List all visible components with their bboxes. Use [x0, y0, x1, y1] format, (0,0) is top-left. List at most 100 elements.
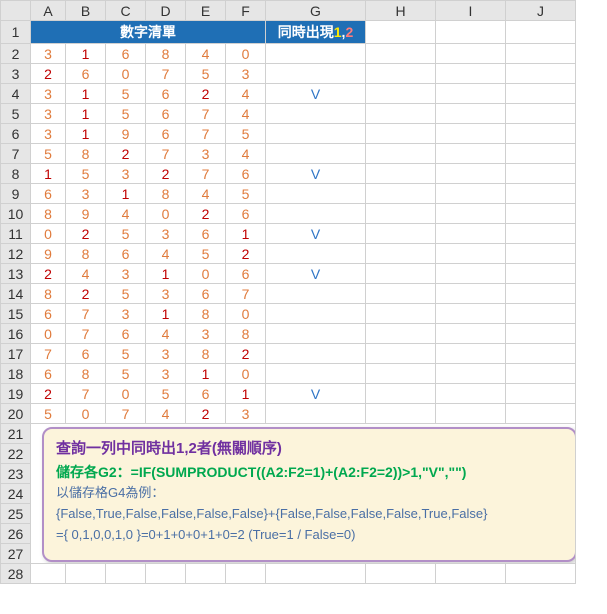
data-cell[interactable]: 3 [31, 124, 66, 144]
select-all-corner[interactable] [1, 1, 31, 21]
data-cell[interactable]: 7 [226, 284, 266, 304]
row-header-18[interactable]: 18 [1, 364, 31, 384]
spreadsheet-grid[interactable]: A B C D E F G H I J 1 數字清單 同時出現1,2 23168… [0, 0, 576, 584]
result-cell[interactable] [266, 364, 366, 384]
cell[interactable] [436, 64, 506, 84]
data-cell[interactable]: 1 [66, 124, 106, 144]
cell[interactable] [506, 84, 576, 104]
cell[interactable] [506, 184, 576, 204]
data-cell[interactable]: 3 [66, 184, 106, 204]
result-cell[interactable]: V [266, 164, 366, 184]
cell[interactable] [146, 564, 186, 584]
cell[interactable] [366, 144, 436, 164]
data-cell[interactable]: 7 [186, 124, 226, 144]
data-cell[interactable]: 5 [106, 364, 146, 384]
cell[interactable] [366, 104, 436, 124]
data-cell[interactable]: 3 [146, 224, 186, 244]
cell[interactable] [506, 304, 576, 324]
cell[interactable] [506, 284, 576, 304]
cell[interactable] [66, 564, 106, 584]
data-cell[interactable]: 0 [66, 404, 106, 424]
data-cell[interactable]: 8 [226, 324, 266, 344]
data-cell[interactable]: 0 [31, 324, 66, 344]
row-header-25[interactable]: 25 [1, 504, 31, 524]
result-cell[interactable] [266, 44, 366, 64]
cell[interactable] [366, 204, 436, 224]
cell[interactable] [186, 564, 226, 584]
cell[interactable] [366, 284, 436, 304]
data-cell[interactable]: 7 [66, 304, 106, 324]
cell[interactable] [366, 364, 436, 384]
cell[interactable] [366, 384, 436, 404]
result-cell[interactable] [266, 204, 366, 224]
cell[interactable] [31, 564, 66, 584]
result-cell[interactable] [266, 104, 366, 124]
data-cell[interactable]: 5 [186, 64, 226, 84]
cell[interactable] [366, 21, 436, 44]
row-header-4[interactable]: 4 [1, 84, 31, 104]
data-cell[interactable]: 7 [66, 384, 106, 404]
cell[interactable] [506, 384, 576, 404]
data-cell[interactable]: 1 [186, 364, 226, 384]
data-cell[interactable]: 1 [226, 384, 266, 404]
col-header-F[interactable]: F [226, 1, 266, 21]
data-cell[interactable]: 6 [31, 304, 66, 324]
data-cell[interactable]: 6 [66, 344, 106, 364]
row-header-10[interactable]: 10 [1, 204, 31, 224]
cell[interactable] [506, 144, 576, 164]
data-cell[interactable]: 5 [106, 224, 146, 244]
data-cell[interactable]: 9 [106, 124, 146, 144]
row-header-16[interactable]: 16 [1, 324, 31, 344]
cell[interactable] [266, 564, 366, 584]
cell[interactable] [506, 344, 576, 364]
row-header-1[interactable]: 1 [1, 21, 31, 44]
data-cell[interactable]: 6 [186, 384, 226, 404]
data-cell[interactable]: 9 [31, 244, 66, 264]
col-header-I[interactable]: I [436, 1, 506, 21]
row-header-27[interactable]: 27 [1, 544, 31, 564]
data-cell[interactable]: 1 [66, 104, 106, 124]
data-cell[interactable]: 4 [186, 184, 226, 204]
cell[interactable] [226, 564, 266, 584]
result-cell[interactable] [266, 144, 366, 164]
data-cell[interactable]: 6 [226, 164, 266, 184]
data-cell[interactable]: 8 [186, 344, 226, 364]
cell[interactable] [506, 404, 576, 424]
data-cell[interactable]: 9 [66, 204, 106, 224]
cell[interactable] [436, 21, 506, 44]
data-cell[interactable]: 5 [226, 184, 266, 204]
data-cell[interactable]: 6 [106, 324, 146, 344]
result-cell[interactable] [266, 284, 366, 304]
row-header-12[interactable]: 12 [1, 244, 31, 264]
result-cell[interactable] [266, 304, 366, 324]
result-cell[interactable] [266, 344, 366, 364]
row-header-3[interactable]: 3 [1, 64, 31, 84]
data-cell[interactable]: 3 [31, 44, 66, 64]
data-cell[interactable]: 3 [226, 64, 266, 84]
data-cell[interactable]: 2 [31, 384, 66, 404]
data-cell[interactable]: 1 [66, 44, 106, 64]
data-cell[interactable]: 0 [31, 224, 66, 244]
data-cell[interactable]: 6 [186, 284, 226, 304]
data-cell[interactable]: 3 [146, 284, 186, 304]
data-cell[interactable]: 4 [106, 204, 146, 224]
data-cell[interactable]: 0 [226, 364, 266, 384]
data-cell[interactable]: 3 [106, 264, 146, 284]
data-cell[interactable]: 2 [66, 224, 106, 244]
data-cell[interactable]: 5 [31, 144, 66, 164]
data-cell[interactable]: 7 [146, 144, 186, 164]
data-cell[interactable]: 7 [66, 324, 106, 344]
col-header-C[interactable]: C [106, 1, 146, 21]
cell[interactable] [366, 304, 436, 324]
cell[interactable] [506, 364, 576, 384]
data-cell[interactable]: 3 [106, 164, 146, 184]
data-cell[interactable]: 0 [186, 264, 226, 284]
data-cell[interactable]: 2 [31, 264, 66, 284]
cell[interactable] [506, 224, 576, 244]
result-cell[interactable] [266, 324, 366, 344]
data-cell[interactable]: 2 [66, 284, 106, 304]
data-cell[interactable]: 5 [66, 164, 106, 184]
data-cell[interactable]: 6 [146, 104, 186, 124]
row-header-17[interactable]: 17 [1, 344, 31, 364]
cell[interactable] [366, 44, 436, 64]
